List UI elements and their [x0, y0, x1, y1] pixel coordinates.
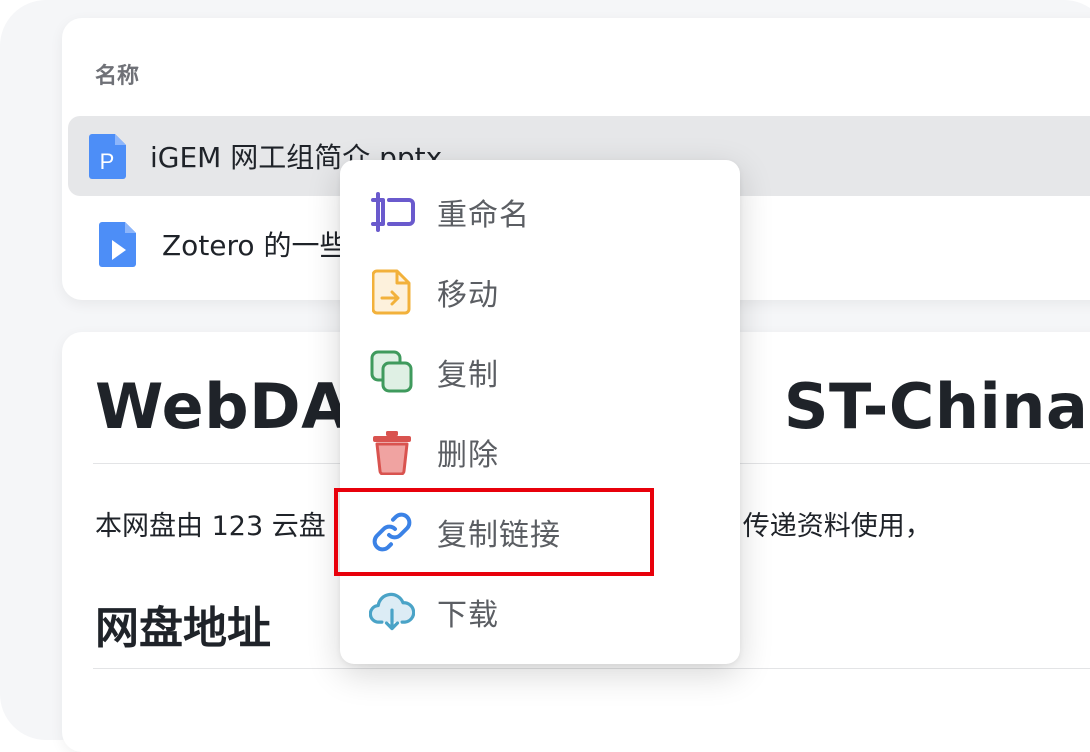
menu-item-label: 移动	[437, 278, 499, 313]
divider	[93, 668, 1090, 669]
svg-text:P: P	[100, 149, 115, 174]
menu-item-download[interactable]: 下载	[340, 572, 740, 652]
menu-item-move[interactable]: 移动	[340, 252, 740, 332]
rename-icon	[369, 189, 415, 235]
column-header-name[interactable]: 名称	[95, 58, 139, 90]
menu-item-label: 下载	[437, 598, 499, 633]
menu-item-label: 复制	[437, 358, 499, 393]
trash-icon	[369, 429, 415, 475]
video-file-icon	[98, 220, 138, 268]
menu-item-copy-link[interactable]: 复制链接	[340, 492, 740, 572]
menu-item-label: 复制链接	[437, 518, 561, 553]
link-icon	[369, 509, 415, 555]
menu-item-rename[interactable]: 重命名	[340, 172, 740, 252]
move-file-icon	[369, 269, 415, 315]
menu-item-copy[interactable]: 复制	[340, 332, 740, 412]
copy-icon	[369, 349, 415, 395]
menu-item-label: 重命名	[437, 198, 530, 233]
section-heading: 网盘地址	[95, 603, 271, 654]
context-menu: 重命名 移动 复制 删除 复制链接 下载	[340, 160, 740, 664]
menu-item-label: 删除	[437, 438, 499, 473]
pptx-file-icon: P	[88, 132, 128, 180]
menu-item-delete[interactable]: 删除	[340, 412, 740, 492]
paragraph-left: 本网盘由 123 云盘	[95, 511, 326, 542]
cloud-download-icon	[369, 589, 415, 635]
readme-title-right: ST-China	[783, 370, 1089, 443]
file-name: Zotero 的一些	[162, 229, 348, 262]
